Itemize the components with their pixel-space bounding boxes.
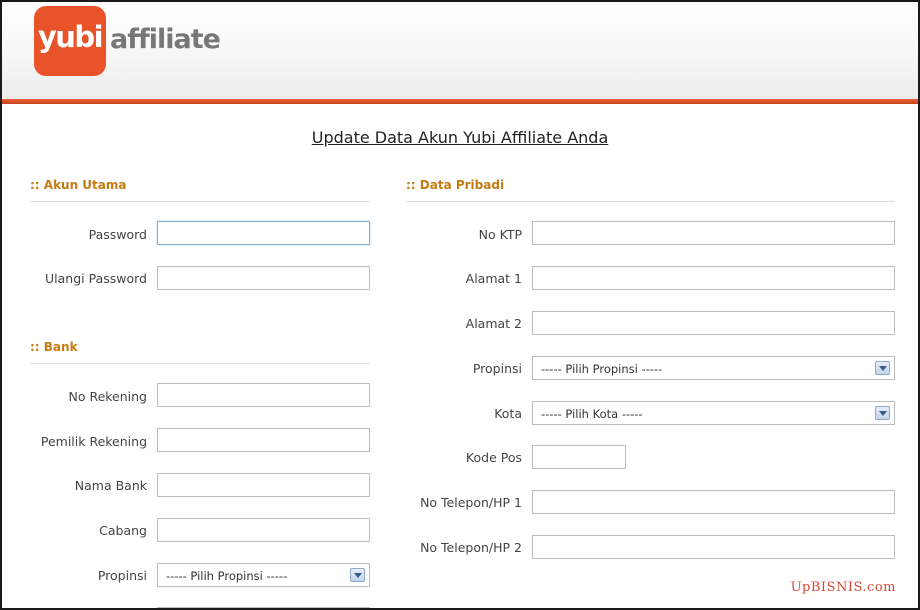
page-frame: yubi affiliate Update Data Akun Yubi Aff…: [0, 0, 920, 610]
kota-selected-value: ----- Pilih Kota -----: [541, 407, 643, 421]
alamat-2-label: Alamat 2: [465, 316, 522, 331]
section-title-bank: :: Bank: [30, 340, 78, 354]
chevron-down-icon[interactable]: [875, 361, 890, 375]
no-ktp-label: No KTP: [478, 227, 522, 242]
alamat-1-label: Alamat 1: [465, 271, 522, 286]
logo-text: affiliate: [110, 24, 221, 55]
kode-pos-label: Kode Pos: [465, 450, 522, 465]
pemilik-rekening-input[interactable]: [157, 428, 370, 452]
header-accent-bar: [2, 99, 918, 104]
no-telepon-2-input[interactable]: [532, 535, 895, 559]
kode-pos-input[interactable]: [532, 445, 626, 469]
alamat-1-input[interactable]: [532, 266, 895, 290]
pribadi-propinsi-select[interactable]: ----- Pilih Propinsi -----: [532, 356, 895, 380]
cabang-label: Cabang: [99, 523, 147, 538]
section-divider: [30, 201, 370, 202]
ulangi-password-label: Ulangi Password: [45, 271, 147, 286]
kota-label: Kota: [494, 406, 522, 421]
pemilik-rekening-label: Pemilik Rekening: [40, 434, 147, 449]
bank-propinsi-selected-value: ----- Pilih Propinsi -----: [166, 569, 288, 583]
section-divider: [406, 201, 895, 202]
nama-bank-label: Nama Bank: [74, 478, 147, 493]
bank-propinsi-select[interactable]: ----- Pilih Propinsi -----: [157, 563, 370, 587]
chevron-down-icon[interactable]: [350, 568, 365, 582]
nama-bank-input[interactable]: [157, 473, 370, 497]
logo-badge-text: yubi: [37, 20, 104, 54]
kota-select[interactable]: ----- Pilih Kota -----: [532, 401, 895, 425]
page-title: Update Data Akun Yubi Affiliate Anda: [311, 128, 609, 147]
no-rekening-input[interactable]: [157, 383, 370, 407]
no-rekening-label: No Rekening: [68, 389, 147, 404]
no-ktp-input[interactable]: [532, 221, 895, 245]
section-title-data-pribadi: :: Data Pribadi: [406, 178, 505, 192]
no-telepon-2-label: No Telepon/HP 2: [420, 540, 522, 555]
no-telepon-1-label: No Telepon/HP 1: [420, 495, 522, 510]
pribadi-propinsi-label: Propinsi: [472, 361, 522, 376]
password-label: Password: [88, 227, 147, 242]
no-telepon-1-input[interactable]: [532, 490, 895, 514]
ulangi-password-input[interactable]: [157, 266, 370, 290]
password-input[interactable]: [157, 221, 370, 245]
logo-badge[interactable]: yubi: [34, 6, 106, 76]
watermark-text: UpBISNIS.com: [790, 580, 896, 595]
alamat-2-input[interactable]: [532, 311, 895, 335]
cabang-input[interactable]: [157, 518, 370, 542]
section-divider: [30, 363, 370, 364]
section-title-akun-utama: :: Akun Utama: [30, 178, 127, 192]
chevron-down-icon[interactable]: [875, 406, 890, 420]
header: yubi affiliate: [2, 2, 918, 100]
bank-propinsi-label: Propinsi: [97, 568, 147, 583]
pribadi-propinsi-selected-value: ----- Pilih Propinsi -----: [541, 362, 663, 376]
